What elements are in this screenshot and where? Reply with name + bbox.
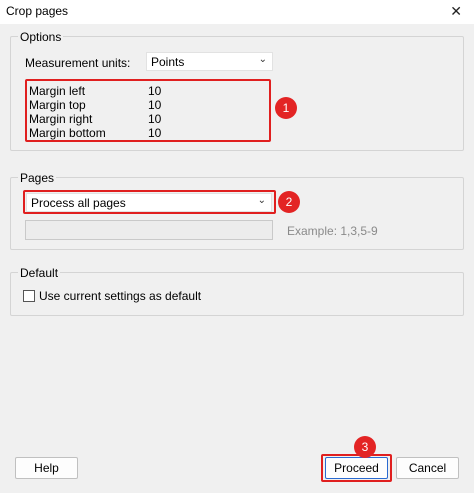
window-title: Crop pages	[6, 4, 69, 18]
close-icon[interactable]: ✕	[450, 3, 462, 20]
help-button[interactable]: Help	[15, 457, 78, 479]
title-bar: Crop pages ✕	[0, 0, 474, 24]
measurement-units-value: Points	[151, 55, 185, 69]
cancel-button-label: Cancel	[408, 461, 447, 475]
page-range-hint: Example: 1,3,5-9	[287, 224, 378, 238]
annotation-badge-1: 1	[275, 97, 297, 119]
default-checkbox[interactable]	[23, 290, 35, 302]
default-checkbox-label: Use current settings as default	[39, 289, 202, 303]
window-bottom-edge	[0, 489, 474, 493]
margins-highlight	[25, 79, 271, 142]
measurement-units-label: Measurement units:	[25, 56, 131, 70]
options-group-label: Options	[18, 30, 64, 44]
pages-group-label: Pages	[18, 171, 57, 185]
default-group-label: Default	[18, 266, 61, 280]
cancel-button[interactable]: Cancel	[396, 457, 459, 479]
proceed-highlight	[321, 454, 392, 482]
help-button-label: Help	[34, 461, 59, 475]
chevron-down-icon: ⌄	[258, 54, 267, 65]
annotation-badge-3: 3	[354, 436, 376, 458]
page-range-input[interactable]	[25, 220, 273, 240]
pages-select-highlight	[23, 190, 276, 214]
annotation-badge-2: 2	[278, 191, 300, 213]
measurement-units-select[interactable]: Points ⌄	[146, 52, 273, 71]
